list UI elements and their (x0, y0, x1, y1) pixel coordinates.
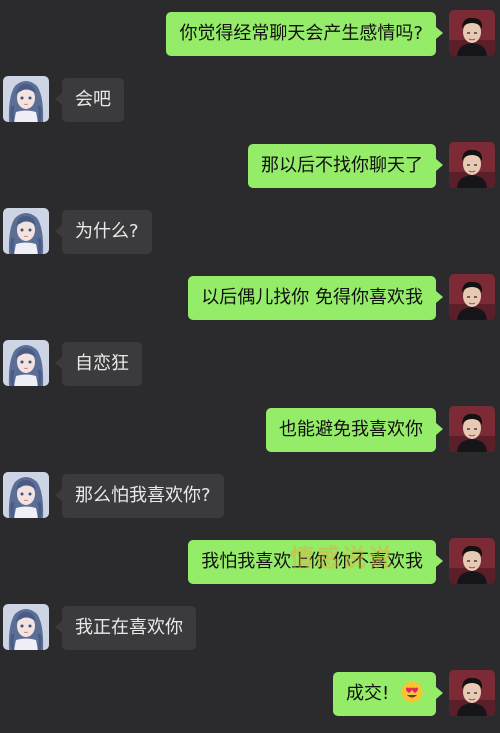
message-sent: 我怕我喜欢上你 你不喜欢我 (0, 538, 500, 588)
message-received: 会吧 (0, 76, 500, 126)
message-text: 我正在喜欢你 (75, 617, 183, 638)
female-avatar-icon (3, 472, 49, 518)
bubble-tail (436, 423, 443, 435)
message-text: 自恋狂 (75, 353, 129, 374)
bubble-tail (436, 291, 443, 303)
message-received: 我正在喜欢你 (0, 604, 500, 654)
bubble-tail (55, 357, 62, 369)
bubble-tail (436, 159, 443, 171)
male-avatar-icon (449, 142, 495, 188)
message-text: 你觉得经常聊天会产生感情吗? (179, 23, 423, 44)
message-text: 成交! (346, 683, 390, 704)
sender-avatar[interactable] (449, 538, 495, 584)
message-bubble[interactable]: 那么怕我喜欢你? (62, 474, 224, 518)
female-avatar-icon (3, 604, 49, 650)
bubble-tail (55, 93, 62, 105)
receiver-avatar[interactable] (3, 604, 49, 650)
receiver-avatar[interactable] (3, 76, 49, 122)
bubble-tail (436, 27, 443, 39)
message-text: 那以后不找你聊天了 (261, 155, 423, 176)
female-avatar-icon (3, 340, 49, 386)
message-received: 那么怕我喜欢你? (0, 472, 500, 522)
message-bubble[interactable]: 也能避免我喜欢你 (266, 408, 436, 452)
sender-avatar[interactable] (449, 142, 495, 188)
message-bubble[interactable]: 为什么? (62, 210, 152, 254)
bubble-tail (55, 489, 62, 501)
message-bubble[interactable]: 我正在喜欢你 (62, 606, 196, 650)
message-text: 以后偶儿找你 免得你喜欢我 (201, 287, 423, 308)
message-bubble[interactable]: 自恋狂 (62, 342, 142, 386)
bubble-tail (55, 621, 62, 633)
bubble-tail (436, 555, 443, 567)
male-avatar-icon (449, 538, 495, 584)
receiver-avatar[interactable] (3, 340, 49, 386)
message-bubble[interactable]: 成交! (333, 672, 436, 716)
message-bubble[interactable]: 会吧 (62, 78, 124, 122)
message-bubble[interactable]: 你觉得经常聊天会产生感情吗? (166, 12, 436, 56)
male-avatar-icon (449, 406, 495, 452)
message-text: 我怕我喜欢上你 你不喜欢我 (201, 551, 423, 572)
receiver-avatar[interactable] (3, 472, 49, 518)
male-avatar-icon (449, 274, 495, 320)
message-text: 也能避免我喜欢你 (279, 419, 423, 440)
message-bubble[interactable]: 那以后不找你聊天了 (248, 144, 436, 188)
message-sent: 那以后不找你聊天了 (0, 142, 500, 192)
male-avatar-icon (449, 10, 495, 56)
message-sent: 你觉得经常聊天会产生感情吗? (0, 10, 500, 60)
message-sent: 成交! (0, 670, 500, 720)
message-sent: 以后偶儿找你 免得你喜欢我 (0, 274, 500, 324)
bubble-tail (436, 687, 443, 699)
chat-window[interactable]: 你觉得经常聊天会产生感情吗? 会吧 那以后不找你聊天了 为什么? 以后偶儿找你 … (0, 0, 500, 733)
sender-avatar[interactable] (449, 406, 495, 452)
message-received: 自恋狂 (0, 340, 500, 390)
message-text: 为什么? (75, 221, 139, 242)
message-bubble[interactable]: 我怕我喜欢上你 你不喜欢我 (188, 540, 436, 584)
message-received: 为什么? (0, 208, 500, 258)
message-sent: 也能避免我喜欢你 (0, 406, 500, 456)
male-avatar-icon (449, 670, 495, 716)
female-avatar-icon (3, 76, 49, 122)
message-text: 那么怕我喜欢你? (75, 485, 211, 506)
female-avatar-icon (3, 208, 49, 254)
receiver-avatar[interactable] (3, 208, 49, 254)
sender-avatar[interactable] (449, 274, 495, 320)
message-text: 会吧 (75, 89, 111, 110)
bubble-tail (55, 225, 62, 237)
heart-eyes-emoji-icon (401, 681, 423, 703)
sender-avatar[interactable] (449, 10, 495, 56)
message-bubble[interactable]: 以后偶儿找你 免得你喜欢我 (188, 276, 436, 320)
sender-avatar[interactable] (449, 670, 495, 716)
